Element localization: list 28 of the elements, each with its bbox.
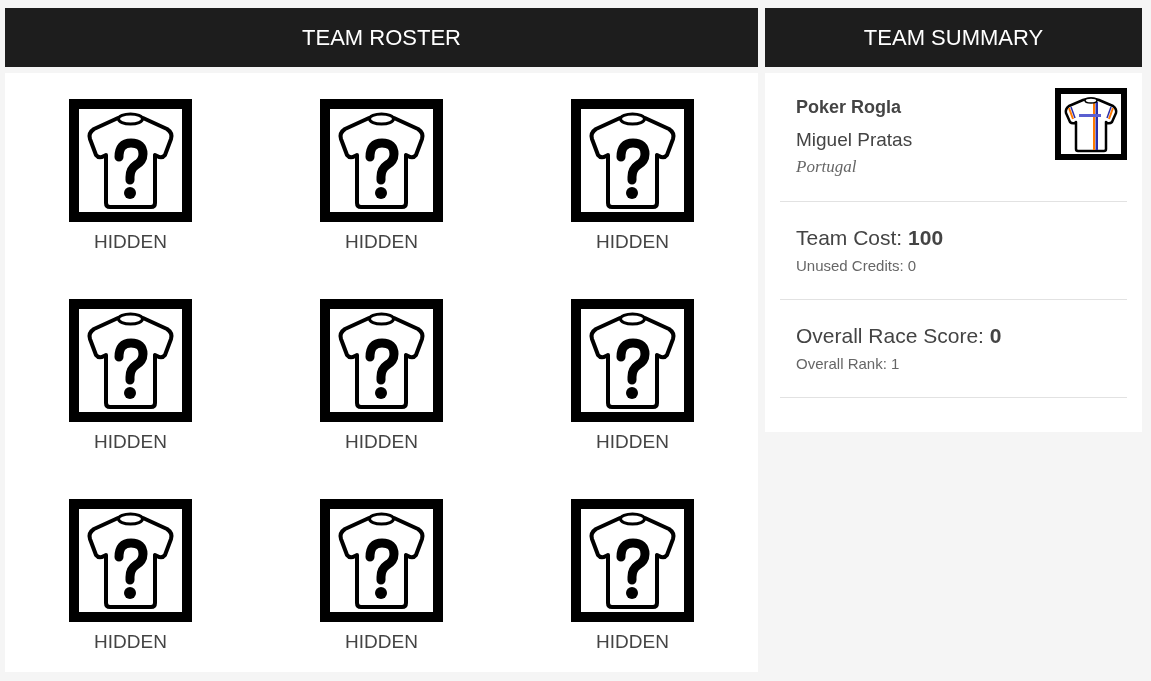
hidden-jersey-icon [69, 499, 192, 622]
rider-name: HIDDEN [596, 231, 669, 253]
rider-name: HIDDEN [94, 231, 167, 253]
section-header: TEAM ROSTER [5, 8, 758, 67]
stat-detail: Overall Rank: 1 [796, 354, 901, 374]
rider-name: HIDDEN [345, 631, 418, 653]
rider-name: HIDDEN [94, 431, 167, 453]
rider-name: HIDDEN [596, 631, 669, 653]
manager-name: Miguel Pratas [796, 128, 913, 152]
hidden-jersey-icon [571, 299, 694, 422]
hidden-jersey-icon [69, 99, 192, 222]
section-header: TEAM SUMMARY [765, 8, 1142, 67]
hidden-jersey-icon [69, 299, 192, 422]
hidden-jersey-icon [320, 499, 443, 622]
stat-label: Team Cost: 100 [796, 225, 945, 251]
rider-name: HIDDEN [596, 431, 669, 453]
hidden-jersey-icon [320, 99, 443, 222]
stat-label: Overall Race Score: 0 [796, 323, 1003, 349]
rider-name: HIDDEN [94, 631, 167, 653]
team-name: Poker Rogla [796, 96, 903, 119]
rider-name: HIDDEN [345, 231, 418, 253]
jersey-icon [1055, 88, 1127, 160]
hidden-jersey-icon [320, 299, 443, 422]
rider-name: HIDDEN [345, 431, 418, 453]
hidden-jersey-icon [571, 499, 694, 622]
stat-detail: Unused Credits: 0 [796, 256, 918, 276]
hidden-jersey-icon [571, 99, 694, 222]
country-name: Portugal [796, 156, 858, 178]
